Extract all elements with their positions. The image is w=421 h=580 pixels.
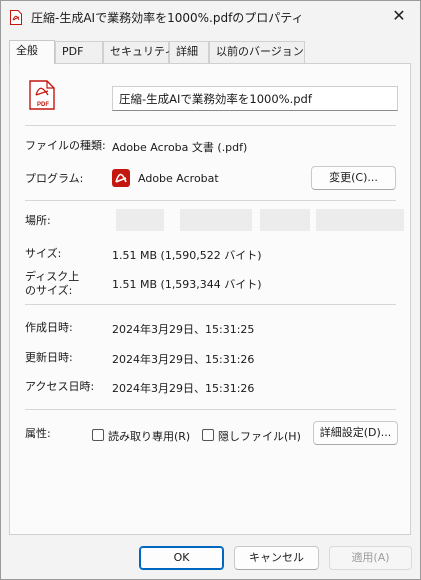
divider bbox=[25, 200, 396, 201]
pdf-file-icon bbox=[10, 10, 22, 25]
cancel-button[interactable]: キャンセル bbox=[234, 546, 319, 570]
tab-general[interactable]: 全般 bbox=[9, 40, 55, 64]
hidden-checkbox[interactable] bbox=[202, 429, 214, 441]
tab-details[interactable]: 詳細 bbox=[169, 41, 209, 63]
apply-button[interactable]: 適用(A) bbox=[329, 546, 412, 570]
accessed-label: アクセス日時: bbox=[25, 380, 95, 393]
created-value: 2024年3月29日、15:31:25 bbox=[112, 323, 255, 336]
location-label: 場所: bbox=[25, 214, 51, 227]
tab-previous-versions[interactable]: 以前のバージョン bbox=[209, 41, 305, 63]
disk-size-label: ディスク上 bbox=[25, 270, 80, 283]
modified-label: 更新日時: bbox=[25, 351, 73, 364]
size-label: サイズ: bbox=[25, 247, 62, 260]
created-label: 作成日時: bbox=[25, 321, 73, 334]
divider bbox=[25, 304, 396, 305]
redacted-location bbox=[116, 209, 164, 231]
modified-value: 2024年3月29日、15:31:26 bbox=[112, 353, 255, 366]
disk-size-value: 1.51 MB (1,593,344 バイト) bbox=[112, 278, 262, 291]
redacted-location bbox=[316, 209, 404, 231]
window-title: 圧縮-生成AIで業務効率を1000%.pdfのプロパティ bbox=[31, 11, 304, 25]
pdf-file-icon: PDF bbox=[29, 80, 55, 110]
readonly-label[interactable]: 読み取り専用(R) bbox=[108, 428, 190, 444]
svg-text:PDF: PDF bbox=[37, 102, 49, 108]
ok-button[interactable]: OK bbox=[139, 546, 224, 570]
disk-size-label: のサイズ: bbox=[25, 284, 73, 297]
redacted-location bbox=[260, 209, 310, 231]
redacted-location bbox=[180, 209, 252, 231]
title-bar: 圧縮-生成AIで業務効率を1000%.pdfのプロパティ ✕ bbox=[1, 1, 420, 33]
divider bbox=[25, 409, 396, 410]
program-label: プログラム: bbox=[25, 172, 84, 185]
program-value: Adobe Acrobat bbox=[138, 172, 219, 185]
close-icon[interactable]: ✕ bbox=[388, 5, 410, 27]
tab-pdf[interactable]: PDF bbox=[55, 41, 103, 63]
change-program-button[interactable]: 変更(C)... bbox=[311, 166, 396, 190]
file-type-label: ファイルの種類: bbox=[25, 139, 106, 152]
size-value: 1.51 MB (1,590,522 バイト) bbox=[112, 249, 262, 262]
general-panel: PDF 圧縮-生成AIで業務効率を1000%.pdf ファイルの種類: Adob… bbox=[9, 63, 411, 535]
file-type-value: Adobe Acroba 文書 (.pdf) bbox=[112, 141, 248, 154]
properties-dialog: 圧縮-生成AIで業務効率を1000%.pdfのプロパティ ✕ 全般 PDF セキ… bbox=[0, 0, 421, 580]
attributes-label: 属性: bbox=[25, 427, 51, 440]
filename-input[interactable]: 圧縮-生成AIで業務効率を1000%.pdf bbox=[112, 86, 398, 111]
adobe-acrobat-icon bbox=[112, 169, 130, 187]
advanced-settings-button[interactable]: 詳細設定(D)... bbox=[313, 421, 398, 445]
tab-security[interactable]: セキュリティ bbox=[103, 41, 175, 63]
divider bbox=[25, 125, 396, 126]
readonly-checkbox[interactable] bbox=[92, 429, 104, 441]
hidden-label[interactable]: 隠しファイル(H) bbox=[218, 428, 301, 444]
accessed-value: 2024年3月29日、15:31:26 bbox=[112, 382, 255, 395]
